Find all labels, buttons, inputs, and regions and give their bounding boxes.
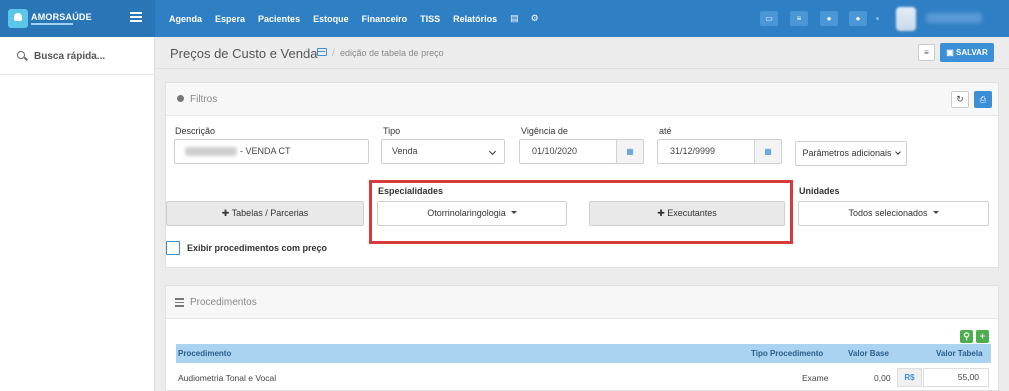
- breadcrumb-separator: /: [332, 48, 335, 59]
- descricao-field[interactable]: - VENDA CT: [174, 139, 369, 164]
- page-header: Preços de Custo e Venda / / edição de ta…: [156, 37, 1009, 69]
- nav-tiss[interactable]: TISS: [420, 14, 440, 24]
- search-procedure-button[interactable]: ⚲: [960, 330, 973, 343]
- nav-financeiro[interactable]: Financeiro: [362, 14, 408, 24]
- procedures-panel-header: Procedimentos: [166, 286, 998, 319]
- vigencia-date-input[interactable]: 01/10/2020: [519, 139, 617, 164]
- procedures-panel: Procedimentos ⚲ + Procedimento Tipo Proc…: [165, 285, 999, 391]
- calendar-icon[interactable]: ▦: [754, 139, 782, 164]
- info-icon: [177, 95, 184, 102]
- top-navbar: AMORSAÚDE Agenda Espera Pacientes Estoqu…: [0, 0, 1009, 37]
- descricao-label: Descrição: [175, 126, 216, 136]
- column-valor-tabela[interactable]: Valor Tabela: [936, 349, 983, 358]
- search-icon: [17, 51, 25, 59]
- redacted-text: [185, 147, 237, 157]
- nav-relatorios[interactable]: Relatórios: [453, 14, 497, 24]
- column-valor-base[interactable]: Valor Base: [848, 349, 889, 358]
- inbox-icon[interactable]: ▭: [760, 11, 778, 26]
- list-icon: [175, 298, 184, 309]
- quick-search-label[interactable]: Busca rápida...: [34, 51, 105, 62]
- brand[interactable]: AMORSAÚDE: [0, 0, 155, 37]
- column-procedimento[interactable]: Procedimento: [178, 349, 231, 358]
- filters-title: Filtros: [190, 94, 218, 105]
- nav-pacientes[interactable]: Pacientes: [258, 14, 300, 24]
- unidades-label: Unidades: [799, 186, 840, 196]
- save-button[interactable]: ▣ SALVAR: [940, 43, 994, 62]
- nav-estoque[interactable]: Estoque: [313, 14, 349, 24]
- exibir-procedimentos-checkbox[interactable]: [166, 241, 180, 255]
- main-nav: Agenda Espera Pacientes Estoque Financei…: [169, 0, 551, 37]
- procedure-type: Exame: [802, 373, 829, 383]
- brand-tagline: [31, 23, 73, 25]
- valor-base: 0,00: [874, 373, 891, 383]
- status-dot: [876, 17, 879, 20]
- unidades-select[interactable]: Todos selecionados: [798, 201, 989, 226]
- parametros-adicionais-button[interactable]: Parâmetros adicionais: [795, 141, 907, 166]
- database-icon[interactable]: ▤: [510, 13, 519, 24]
- brand-name: AMORSAÚDE: [31, 12, 92, 22]
- list-button[interactable]: ≡: [918, 44, 935, 61]
- vigencia-label: Vigência de: [521, 126, 568, 136]
- page-title: Preços de Custo e Venda: [170, 46, 318, 61]
- tipo-label: Tipo: [383, 126, 401, 136]
- menu-toggle-icon[interactable]: [130, 12, 142, 24]
- breadcrumb: edição de tabela de preço: [340, 48, 444, 58]
- caret-down-icon: [932, 211, 939, 214]
- bell-icon[interactable]: ●: [820, 11, 838, 26]
- tipo-select[interactable]: Venda: [381, 139, 505, 164]
- print-button[interactable]: ⎙: [974, 91, 992, 108]
- avatar[interactable]: [896, 7, 916, 31]
- filters-panel-header: Filtros ↻ ⎙: [166, 83, 998, 116]
- nav-espera[interactable]: Espera: [215, 14, 245, 24]
- chevron-down-icon: [488, 147, 497, 156]
- procedures-title: Procedimentos: [190, 297, 257, 308]
- calendar-icon[interactable]: ▦: [616, 139, 644, 164]
- table-header: Procedimento Tipo Procedimento Valor Bas…: [176, 344, 991, 363]
- nav-agenda[interactable]: Agenda: [169, 14, 202, 24]
- gear-icon[interactable]: ⚙: [531, 13, 539, 24]
- tabelas-parcerias-button[interactable]: ✚ Tabelas / Parcerias: [166, 201, 364, 226]
- currency-addon: R$: [897, 368, 922, 387]
- chat-icon[interactable]: ●: [849, 11, 867, 26]
- undo-button[interactable]: ↻: [951, 91, 969, 108]
- procedure-name: Audiometria Tonal e Vocal: [178, 373, 277, 383]
- sidebar: Busca rápida...: [0, 37, 155, 391]
- valor-tabela-input[interactable]: 55,00: [923, 368, 989, 387]
- table-icon: [317, 48, 327, 56]
- add-procedure-button[interactable]: +: [976, 330, 989, 343]
- quick-search[interactable]: Busca rápida...: [0, 37, 155, 75]
- highlight-box: [369, 180, 793, 244]
- user-name-redacted[interactable]: [926, 13, 982, 23]
- list-icon[interactable]: ≡: [790, 11, 808, 26]
- brand-logo-icon: [8, 9, 28, 28]
- breadcrumb-separator: /: [304, 48, 307, 59]
- ate-label: até: [659, 126, 672, 136]
- chevron-down-icon: [894, 149, 901, 155]
- column-tipo-procedimento[interactable]: Tipo Procedimento: [751, 349, 823, 358]
- ate-date-input[interactable]: 31/12/9999: [657, 139, 755, 164]
- exibir-procedimentos-label[interactable]: Exibir procedimentos com preço: [187, 243, 327, 253]
